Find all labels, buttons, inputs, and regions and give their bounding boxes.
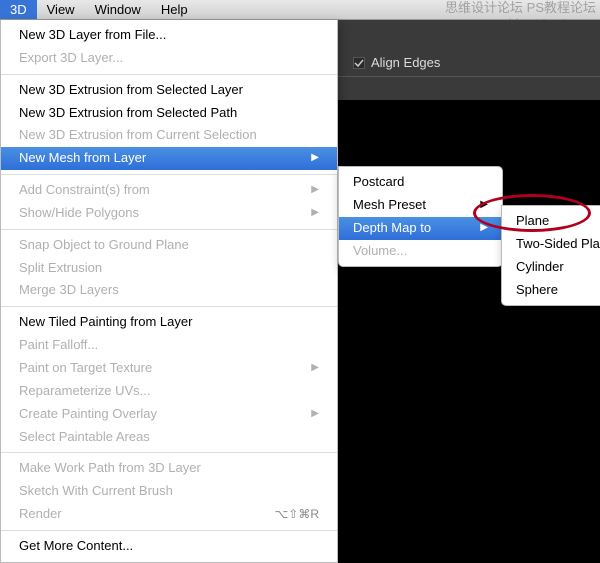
menu-item-select-paintable-areas: Select Paintable Areas: [1, 426, 337, 449]
options-bar: Align Edges: [338, 20, 600, 100]
submenu-arrow-icon: ▶: [480, 198, 488, 213]
submenu-depth-map: Plane Two-Sided Pla Cylinder Sphere: [501, 205, 600, 306]
menu-item-new-extrusion-path[interactable]: New 3D Extrusion from Selected Path: [1, 102, 337, 125]
submenu-arrow-icon: ▶: [311, 183, 319, 198]
menu-item-reparameterize-uvs: Reparameterize UVs...: [1, 380, 337, 403]
menu-item-new-3d-layer-from-file[interactable]: New 3D Layer from File...: [1, 24, 337, 47]
menubar-item-3d[interactable]: 3D: [0, 0, 37, 19]
submenu2-item-cylinder[interactable]: Cylinder: [502, 256, 600, 279]
align-edges-label: Align Edges: [371, 55, 440, 70]
menu-item-make-work-path: Make Work Path from 3D Layer: [1, 457, 337, 480]
submenu-arrow-icon: ▶: [311, 361, 319, 376]
submenu-arrow-icon: ▶: [311, 151, 319, 166]
align-edges-checkbox[interactable]: [353, 57, 365, 69]
menu-3d-dropdown: New 3D Layer from File... Export 3D Laye…: [0, 20, 338, 563]
menu-item-split-extrusion: Split Extrusion: [1, 257, 337, 280]
menu-item-paint-target-texture: Paint on Target Texture▶: [1, 357, 337, 380]
submenu-item-volume: Volume...: [339, 240, 502, 263]
menu-item-render: Render⌥⇧⌘R: [1, 503, 337, 526]
submenu2-item-plane[interactable]: Plane: [502, 210, 600, 233]
checkmark-icon: [354, 58, 364, 68]
menu-item-get-more-content[interactable]: Get More Content...: [1, 535, 337, 558]
submenu-item-postcard[interactable]: Postcard: [339, 171, 502, 194]
submenu-arrow-icon: ▶: [480, 221, 488, 236]
menu-item-sketch-current-brush: Sketch With Current Brush: [1, 480, 337, 503]
menu-item-new-tiled-painting[interactable]: New Tiled Painting from Layer: [1, 311, 337, 334]
menu-item-new-mesh-from-layer[interactable]: New Mesh from Layer ▶: [1, 147, 337, 170]
shortcut-label: ⌥⇧⌘R: [274, 506, 319, 523]
menu-item-paint-falloff: Paint Falloff...: [1, 334, 337, 357]
menubar-item-view[interactable]: View: [37, 0, 85, 19]
menubar-item-help[interactable]: Help: [151, 0, 198, 19]
menu-item-new-extrusion-selection: New 3D Extrusion from Current Selection: [1, 124, 337, 147]
submenu-arrow-icon: ▶: [311, 206, 319, 221]
menubar-item-window[interactable]: Window: [85, 0, 151, 19]
menu-item-export-3d-layer: Export 3D Layer...: [1, 47, 337, 70]
submenu-item-depth-map-to[interactable]: Depth Map to▶: [339, 217, 502, 240]
menu-item-snap-ground: Snap Object to Ground Plane: [1, 234, 337, 257]
menu-item-add-constraints: Add Constraint(s) from▶: [1, 179, 337, 202]
submenu-item-mesh-preset[interactable]: Mesh Preset▶: [339, 194, 502, 217]
menu-item-create-painting-overlay: Create Painting Overlay▶: [1, 403, 337, 426]
submenu-arrow-icon: ▶: [311, 407, 319, 422]
submenu-new-mesh: Postcard Mesh Preset▶ Depth Map to▶ Volu…: [338, 166, 503, 267]
menu-item-merge-3d-layers: Merge 3D Layers: [1, 279, 337, 302]
menu-item-new-extrusion-layer[interactable]: New 3D Extrusion from Selected Layer: [1, 79, 337, 102]
submenu2-item-sphere[interactable]: Sphere: [502, 279, 600, 302]
menu-item-show-hide-polygons: Show/Hide Polygons▶: [1, 202, 337, 225]
submenu2-item-two-sided-plane[interactable]: Two-Sided Pla: [502, 233, 600, 256]
